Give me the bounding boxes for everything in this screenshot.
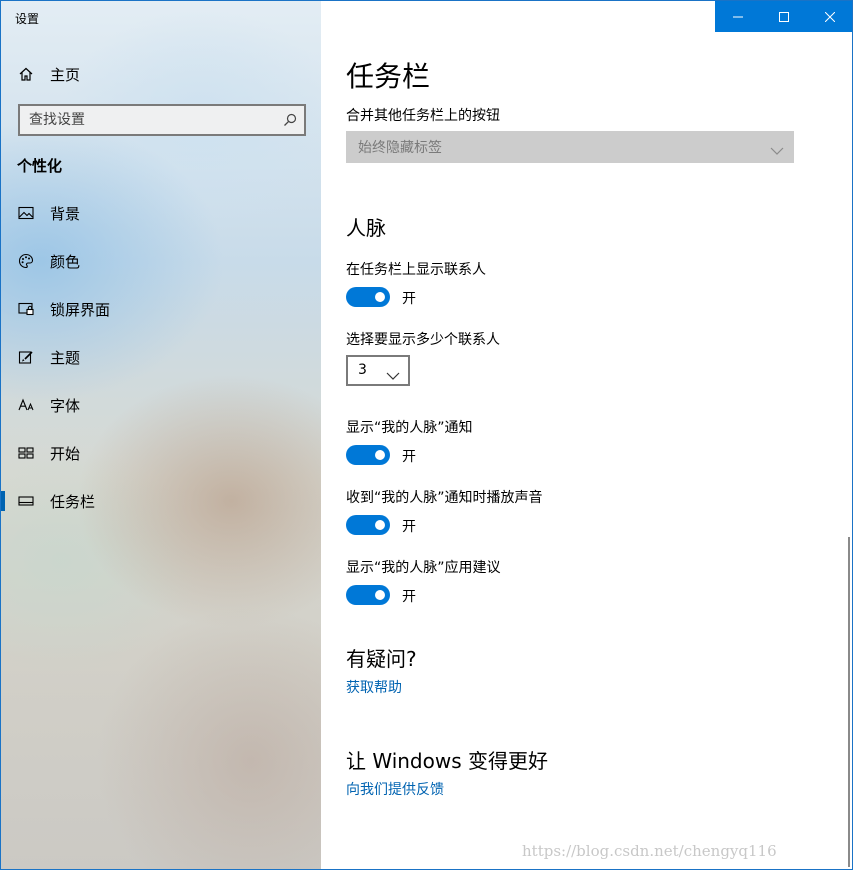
chevron-down-icon	[386, 366, 400, 380]
scrollbar[interactable]	[848, 537, 850, 867]
feedback-link[interactable]: 向我们提供反馈	[346, 779, 444, 799]
page-title: 任务栏	[346, 60, 431, 93]
sidebar-item-colors[interactable]: 颜色	[1, 241, 321, 281]
minimize-icon	[733, 16, 743, 17]
show-notifications-toggle[interactable]	[346, 445, 390, 465]
show-notifications-state: 开	[402, 449, 416, 465]
toggle-knob	[375, 450, 385, 460]
feedback-title: 让 Windows 变得更好	[346, 749, 548, 773]
palette-icon	[17, 252, 35, 270]
lock-screen-icon	[17, 300, 35, 318]
close-button[interactable]	[807, 1, 852, 32]
get-help-link[interactable]: 获取帮助	[346, 677, 402, 697]
settings-window: 设置 主页 个性化 背景 颜色	[0, 0, 853, 870]
search-icon[interactable]	[282, 112, 298, 128]
toggle-knob	[375, 590, 385, 600]
home-icon	[17, 65, 35, 83]
toggle-knob	[375, 292, 385, 302]
sidebar-item-taskbar[interactable]: 任务栏	[1, 481, 321, 521]
sidebar: 设置 主页 个性化 背景 颜色	[1, 1, 321, 869]
theme-icon	[17, 348, 35, 366]
sidebar-item-label: 锁屏界面	[50, 300, 111, 319]
people-section-title: 人脉	[346, 216, 386, 240]
toggle-knob	[375, 520, 385, 530]
chevron-down-icon	[770, 141, 784, 155]
main-content: 任务栏 合并其他任务栏上的按钮 始终隐藏标签 人脉 在任务栏上显示联系人 开 选…	[322, 1, 852, 869]
show-contacts-label: 在任务栏上显示联系人	[346, 262, 486, 278]
nav-home-label: 主页	[50, 65, 81, 84]
search-box[interactable]	[18, 104, 306, 136]
picture-icon	[17, 204, 35, 222]
sidebar-item-label: 字体	[50, 396, 81, 415]
sidebar-item-label: 任务栏	[50, 492, 96, 511]
play-sound-state: 开	[402, 519, 416, 535]
contacts-count-dropdown[interactable]: 3	[346, 355, 410, 386]
play-sound-label: 收到“我的人脉”通知时播放声音	[346, 490, 543, 506]
show-contacts-state: 开	[402, 291, 416, 307]
sidebar-item-themes[interactable]: 主题	[1, 337, 321, 377]
show-suggestions-toggle[interactable]	[346, 585, 390, 605]
active-indicator	[1, 491, 5, 511]
combine-buttons-value: 始终隐藏标签	[358, 140, 442, 156]
watermark: https://blog.csdn.net/chengyq116	[522, 842, 777, 860]
font-icon	[17, 396, 35, 414]
caption-buttons	[715, 1, 852, 32]
app-title: 设置	[15, 12, 40, 26]
questions-title: 有疑问?	[346, 647, 417, 671]
sidebar-item-label: 背景	[50, 204, 81, 223]
show-notifications-label: 显示“我的人脉”通知	[346, 420, 473, 436]
show-suggestions-label: 显示“我的人脉”应用建议	[346, 560, 501, 576]
search-input[interactable]	[29, 107, 279, 133]
play-sound-toggle[interactable]	[346, 515, 390, 535]
show-suggestions-state: 开	[402, 589, 416, 605]
sidebar-item-background[interactable]: 背景	[1, 193, 321, 233]
sidebar-item-fonts[interactable]: 字体	[1, 385, 321, 425]
maximize-button[interactable]	[761, 1, 807, 32]
start-icon	[17, 444, 35, 462]
section-title: 个性化	[17, 157, 63, 175]
nav-home[interactable]: 主页	[1, 57, 321, 91]
contacts-count-value: 3	[358, 362, 367, 378]
close-icon	[825, 11, 835, 22]
maximize-icon	[779, 11, 789, 22]
sidebar-item-label: 主题	[50, 348, 81, 367]
sidebar-item-start[interactable]: 开始	[1, 433, 321, 473]
sidebar-item-label: 开始	[50, 444, 81, 463]
show-contacts-toggle[interactable]	[346, 287, 390, 307]
combine-buttons-label: 合并其他任务栏上的按钮	[346, 108, 500, 124]
sidebar-item-lock-screen[interactable]: 锁屏界面	[1, 289, 321, 329]
contacts-count-label: 选择要显示多少个联系人	[346, 332, 500, 348]
sidebar-item-label: 颜色	[50, 252, 81, 271]
taskbar-icon	[17, 492, 35, 510]
combine-buttons-dropdown[interactable]: 始终隐藏标签	[346, 131, 794, 163]
minimize-button[interactable]	[715, 1, 761, 32]
